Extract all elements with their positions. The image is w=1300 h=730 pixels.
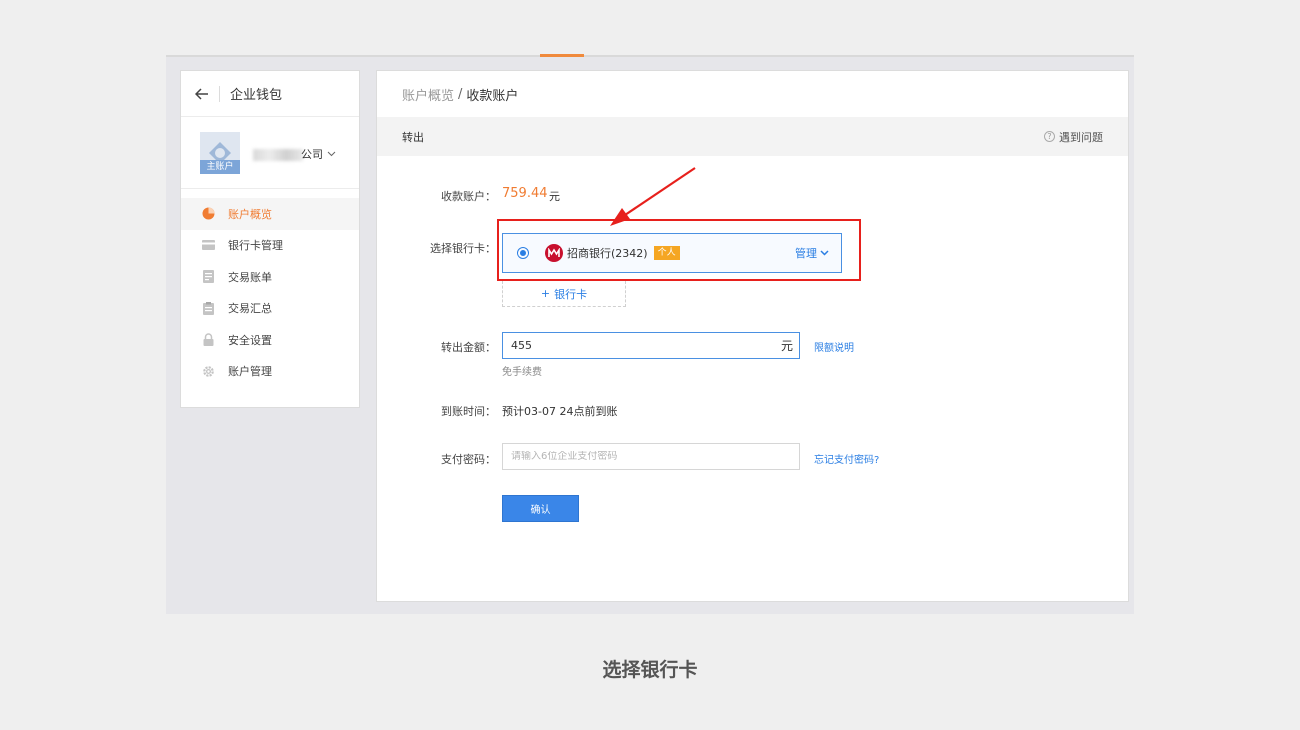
amount-unit: 元 xyxy=(780,339,793,353)
password-input[interactable] xyxy=(511,451,791,462)
breadcrumb-separator: / xyxy=(458,86,463,102)
help-label: 遇到问题 xyxy=(1059,130,1103,144)
caption: 选择银行卡 xyxy=(602,659,698,681)
clipboard-icon xyxy=(201,301,215,315)
highlight-box xyxy=(497,219,861,281)
help-link[interactable]: ? 遇到问题 xyxy=(1044,129,1103,145)
sidebar-item-bank-cards[interactable]: 银行卡管理 xyxy=(181,230,359,262)
sidebar-item-account-overview[interactable]: 账户概览 xyxy=(181,198,359,230)
balance-value: 759.44 xyxy=(502,186,548,201)
limit-info-link[interactable]: 限额说明 xyxy=(814,339,854,354)
card-icon xyxy=(201,238,215,252)
company-name-redacted xyxy=(253,149,303,161)
forgot-password-link[interactable]: 忘记支付密码? xyxy=(814,451,879,466)
sidebar-title: 企业钱包 xyxy=(230,88,283,103)
sidebar-item-label: 账户概览 xyxy=(228,207,272,221)
company-name-suffix: 公司 xyxy=(301,148,323,161)
card-label: 选择银行卡： xyxy=(430,242,496,255)
sidebar-item-transactions[interactable]: 交易账单 xyxy=(181,261,359,293)
section-title: 转出 xyxy=(402,130,424,144)
add-card-label: 银行卡 xyxy=(554,287,588,301)
breadcrumb-parent[interactable]: 账户概览 xyxy=(402,85,454,104)
sidebar-nav: 账户概览 银行卡管理 交易账单 交易汇总 安全设置 账户管理 xyxy=(181,189,359,387)
sidebar: 企业钱包 主账户 公司 账户概览 银行卡管理 交易账单 交易汇总 安全设置 账户… xyxy=(180,70,360,408)
password-label: 支付密码： xyxy=(441,453,496,466)
balance-unit: 元 xyxy=(549,190,560,203)
pie-chart-icon xyxy=(201,207,215,221)
breadcrumb: 账户概览 / 收款账户 xyxy=(377,71,1128,117)
document-icon xyxy=(201,270,215,284)
confirm-button[interactable]: 确认 xyxy=(502,495,579,522)
company-name[interactable]: 公司 xyxy=(301,146,336,162)
sidebar-item-label: 账户管理 xyxy=(228,365,272,379)
sidebar-item-label: 安全设置 xyxy=(228,333,272,347)
sidebar-item-summary[interactable]: 交易汇总 xyxy=(181,293,359,325)
question-icon: ? xyxy=(1044,131,1055,142)
sidebar-item-label: 交易汇总 xyxy=(228,302,272,316)
breadcrumb-current: 收款账户 xyxy=(466,88,519,104)
main-account-badge: 主账户 xyxy=(200,160,240,174)
sidebar-item-security[interactable]: 安全设置 xyxy=(181,324,359,356)
amount-field[interactable]: 元 xyxy=(502,332,800,359)
chevron-down-icon xyxy=(327,151,336,157)
header-divider xyxy=(219,85,220,102)
back-arrow-icon[interactable] xyxy=(193,85,211,103)
arrival-value: 预计03-07 24点前到账 xyxy=(502,405,618,418)
sidebar-item-label: 银行卡管理 xyxy=(228,239,283,253)
company-switcher[interactable]: 主账户 公司 xyxy=(181,117,359,189)
section-header: 转出 ? 遇到问题 xyxy=(377,117,1128,156)
sidebar-item-account-management[interactable]: 账户管理 xyxy=(181,356,359,388)
amount-input[interactable] xyxy=(511,339,781,352)
add-bank-card-button[interactable]: + 银行卡 xyxy=(502,281,626,307)
balance-label: 收款账户： xyxy=(441,190,496,203)
password-field[interactable] xyxy=(502,443,800,470)
amount-label: 转出金额： xyxy=(441,341,496,354)
gear-icon xyxy=(201,364,215,378)
arrival-label: 到账时间： xyxy=(441,405,496,418)
lock-icon xyxy=(201,333,215,347)
sidebar-item-label: 交易账单 xyxy=(228,270,272,284)
fee-hint: 免手续费 xyxy=(502,367,542,378)
plus-icon: + xyxy=(540,287,551,300)
sidebar-header: 企业钱包 xyxy=(181,71,359,117)
